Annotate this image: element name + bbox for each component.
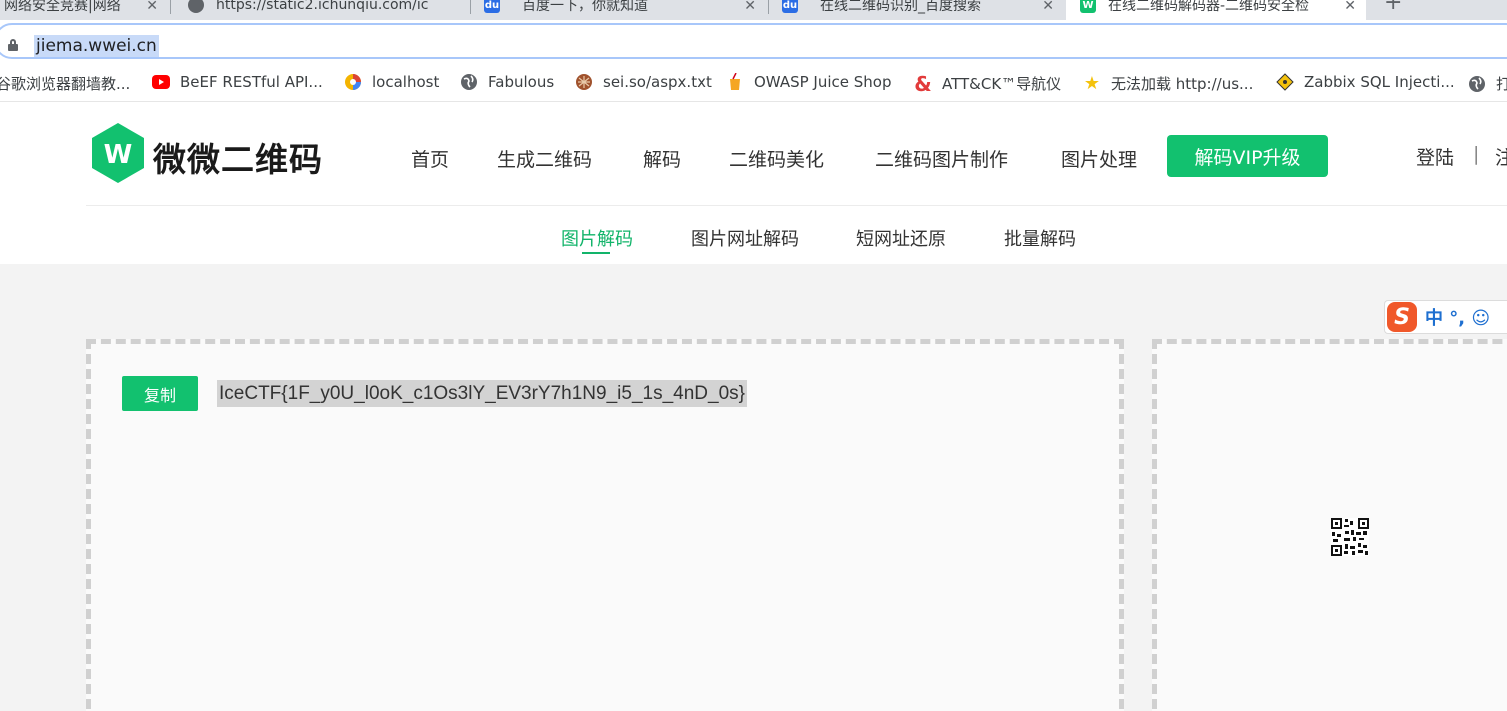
baidu-icon: du: [484, 0, 500, 13]
subnav-short-url-restore[interactable]: 短网址还原: [856, 225, 946, 251]
browser-tab[interactable]: du 百度一下，你就知道 ✕: [476, 0, 766, 20]
nav-qr-beautify[interactable]: 二维码美化: [729, 145, 824, 172]
qr-upload-panel[interactable]: [1152, 339, 1507, 711]
tab-divider: [170, 0, 171, 14]
tab-title: 网络安全竞赛|网络: [4, 0, 121, 14]
ampersand-icon: &: [914, 71, 932, 96]
bookmark-label: 打: [1496, 75, 1507, 93]
site-header: W 微微二维码 首页 生成二维码 解码 二维码美化 二维码图片制作 图片处理 解…: [0, 103, 1507, 206]
tab-strip: 网络安全竞赛|网络 ✕ https://static2.ichunqiu.com…: [0, 0, 1507, 20]
wwei-logo-icon[interactable]: W: [90, 123, 146, 183]
juice-icon: [726, 73, 744, 91]
tab-divider: [470, 0, 471, 14]
localhost-icon: [344, 73, 362, 91]
tab-close-icon[interactable]: ✕: [744, 0, 756, 14]
shell-icon: [575, 73, 593, 91]
bookmark-item[interactable]: 打: [1468, 73, 1507, 94]
youtube-icon: [152, 73, 170, 91]
copy-button[interactable]: 复制: [122, 376, 198, 411]
tab-title: 在线二维码识别_百度搜索: [820, 0, 981, 14]
subnav-image-decode[interactable]: 图片解码: [561, 225, 633, 251]
decode-result-panel: 复制 IceCTF{1F_y0U_l0oK_c1Os3lY_EV3rY7h1N9…: [86, 339, 1124, 711]
tab-close-icon[interactable]: ✕: [1344, 0, 1356, 14]
bookmark-label: 谷歌浏览器翻墙教...: [0, 75, 131, 93]
subnav-batch-decode[interactable]: 批量解码: [1004, 225, 1076, 251]
url-text[interactable]: jiema.wwei.cn: [34, 35, 159, 57]
nav-decode[interactable]: 解码: [643, 145, 681, 172]
tab-title: 百度一下，你就知道: [522, 0, 648, 14]
bookmark-item[interactable]: ★ 无法加载 http://us...: [1083, 73, 1253, 94]
globe-icon: [188, 0, 204, 13]
tab-title: 在线二维码解码器-二维码安全检: [1108, 0, 1310, 14]
browser-tab[interactable]: https://static2.ichunqiu.com/ic: [178, 0, 468, 20]
tab-close-icon[interactable]: ✕: [1042, 0, 1054, 14]
star-icon: ★: [1083, 73, 1101, 94]
tab-divider: [768, 0, 769, 14]
browser-tab[interactable]: du 在线二维码识别_百度搜索 ✕: [774, 0, 1064, 20]
wwei-favicon-icon: W: [1080, 0, 1096, 13]
lock-icon[interactable]: [8, 39, 18, 51]
sogou-ime-icon[interactable]: S: [1387, 302, 1417, 332]
bookmark-item[interactable]: localhost: [344, 73, 439, 91]
new-tab-button[interactable]: +: [1384, 0, 1402, 15]
tab-title: https://static2.ichunqiu.com/ic: [216, 0, 429, 13]
main-content: S 中 °, ☺ 复制 IceCTF{1F_y0U_l0oK_c1Os3lY_E…: [0, 264, 1507, 711]
bookmark-label: BeEF RESTful API...: [180, 73, 323, 91]
vip-upgrade-button[interactable]: 解码VIP升级: [1167, 135, 1328, 177]
qr-code-image: [1331, 518, 1369, 556]
bookmark-label: 无法加载 http://us...: [1111, 75, 1254, 93]
address-bar[interactable]: jiema.wwei.cn: [0, 23, 1507, 59]
logo-text[interactable]: 微微二维码: [153, 133, 323, 181]
nav-image-process[interactable]: 图片处理: [1061, 145, 1137, 172]
bookmark-label: ATT&CK™导航仪: [942, 75, 1062, 93]
diamond-icon: [1276, 73, 1294, 91]
bookmark-item[interactable]: & ATT&CK™导航仪: [914, 71, 1062, 96]
bookmark-item[interactable]: sei.so/aspx.txt: [575, 73, 712, 91]
baidu-icon: du: [782, 0, 798, 13]
bookmark-label: sei.so/aspx.txt: [603, 73, 712, 91]
register-link[interactable]: 注册: [1495, 143, 1507, 170]
globe-icon: [460, 73, 478, 91]
bookmark-label: localhost: [372, 73, 440, 91]
nav-home[interactable]: 首页: [411, 145, 449, 172]
ime-mode-text[interactable]: 中 °, ☺: [1425, 304, 1490, 330]
globe-icon: [1468, 75, 1486, 93]
bookmarks-bar: 谷歌浏览器翻墙教... BeEF RESTful API... localhos…: [0, 64, 1507, 102]
bookmark-item[interactable]: 谷歌浏览器翻墙教...: [0, 73, 130, 94]
logo-letter: W: [104, 140, 133, 170]
bookmark-label: OWASP Juice Shop: [754, 73, 892, 91]
browser-tab-active[interactable]: W 在线二维码解码器-二维码安全检 ✕: [1066, 0, 1366, 20]
ime-toolbar[interactable]: S 中 °, ☺: [1384, 300, 1507, 334]
subnav-active-indicator: [582, 252, 610, 254]
sub-nav: 图片解码 图片网址解码 短网址还原 批量解码: [0, 206, 1507, 264]
nav-qr-image-make[interactable]: 二维码图片制作: [875, 145, 1008, 172]
nav-generate-qr[interactable]: 生成二维码: [497, 145, 592, 172]
bookmark-item[interactable]: Fabulous: [460, 73, 554, 91]
header-separator: |: [1473, 143, 1480, 165]
browser-tab[interactable]: 网络安全竞赛|网络 ✕: [0, 0, 168, 20]
address-bar-area: jiema.wwei.cn: [0, 20, 1507, 64]
bookmark-label: Fabulous: [488, 73, 555, 91]
decode-result-text[interactable]: IceCTF{1F_y0U_l0oK_c1Os3lY_EV3rY7h1N9_i5…: [217, 380, 747, 407]
bookmark-item[interactable]: OWASP Juice Shop: [726, 73, 891, 91]
bookmark-item[interactable]: Zabbix SQL Injecti...: [1276, 73, 1455, 91]
bookmark-item[interactable]: BeEF RESTful API...: [152, 73, 323, 91]
subnav-image-url-decode[interactable]: 图片网址解码: [691, 225, 799, 251]
tab-close-icon[interactable]: ✕: [146, 0, 158, 14]
bookmark-label: Zabbix SQL Injecti...: [1304, 73, 1455, 91]
login-link[interactable]: 登陆: [1416, 143, 1454, 170]
